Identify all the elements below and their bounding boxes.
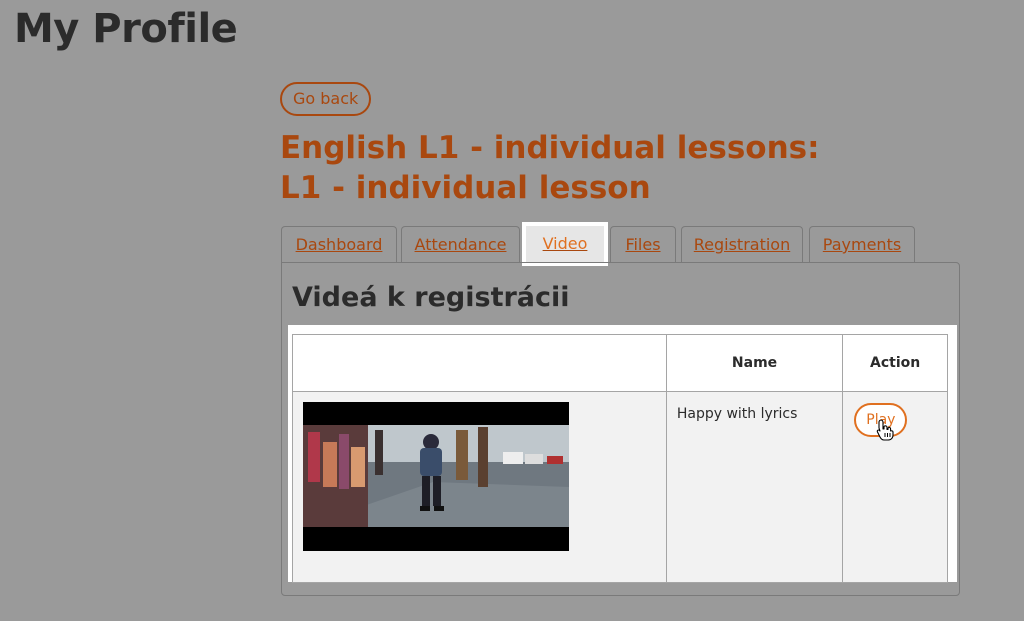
course-title: English L1 - individual lessons: L1 - in… [280, 130, 820, 206]
header-thumbnail [292, 334, 667, 392]
tab-files[interactable]: Files [610, 226, 676, 262]
video-name: Happy with lyrics [665, 391, 844, 583]
header-name: Name [665, 334, 844, 392]
page-title: My Profile [14, 6, 238, 52]
video-table-container: Name Action Happy with lyrics [288, 325, 957, 583]
video-thumbnail[interactable] [303, 402, 569, 551]
tab-video-label: Video [526, 226, 604, 262]
action-cell: Play [842, 391, 948, 583]
table-row: Happy with lyrics Play [292, 391, 948, 583]
table-header-row: Name Action [292, 334, 948, 392]
thumbnail-cell [292, 391, 667, 583]
tab-registration[interactable]: Registration [681, 226, 803, 262]
header-action: Action [842, 334, 948, 392]
play-button[interactable]: Play [854, 403, 908, 441]
go-back-button[interactable]: Go back [280, 82, 372, 116]
tab-dashboard[interactable]: Dashboard [281, 226, 397, 262]
tab-attendance[interactable]: Attendance [401, 226, 520, 262]
tab-video[interactable]: Video [522, 222, 608, 266]
hand-pointer-icon [877, 419, 894, 441]
video-table: Name Action Happy with lyrics [292, 334, 948, 583]
panel-heading: Videá k registrácii [292, 282, 570, 313]
tab-payments[interactable]: Payments [809, 226, 915, 262]
